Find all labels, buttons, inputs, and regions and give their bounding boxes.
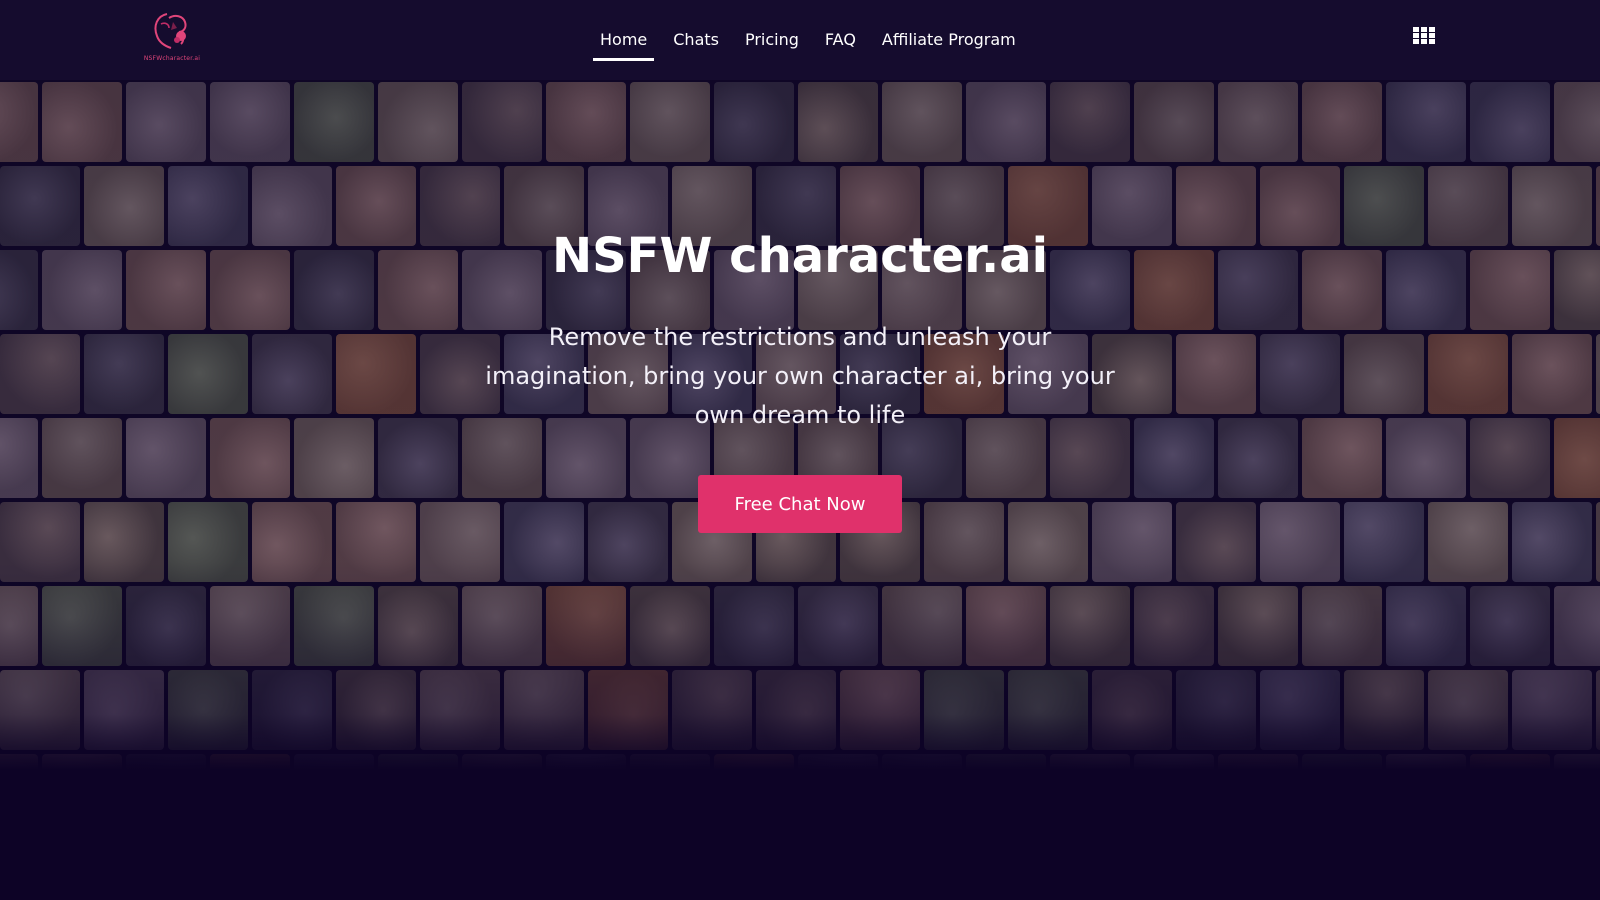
hero-subtitle: Remove the restrictions and unleash your… [485,323,1115,429]
logo-text: NSFWcharacter.ai [143,55,201,62]
hero-section: NSFW character.ai Remove the restriction… [0,80,1600,770]
nav-pricing[interactable]: Pricing [738,22,806,61]
nav-home[interactable]: Home [593,22,655,61]
grid-menu-icon[interactable] [1413,27,1435,45]
hero-content: NSFW character.ai Remove the restriction… [0,80,1600,770]
free-chat-now-button[interactable]: Free Chat Now [698,475,902,533]
nav-affiliate-program[interactable]: Affiliate Program [875,22,1023,61]
main-nav: Home Chats Pricing FAQ Affiliate Program [593,22,1035,62]
logo-icon [154,13,187,49]
site-header: NSFWcharacter.ai Home Chats Pricing FAQ … [0,0,1600,80]
site-logo[interactable]: NSFWcharacter.ai [138,10,206,68]
nav-chats[interactable]: Chats [666,22,726,61]
hero-title: NSFW character.ai [551,228,1049,284]
nav-faq[interactable]: FAQ [818,22,863,61]
